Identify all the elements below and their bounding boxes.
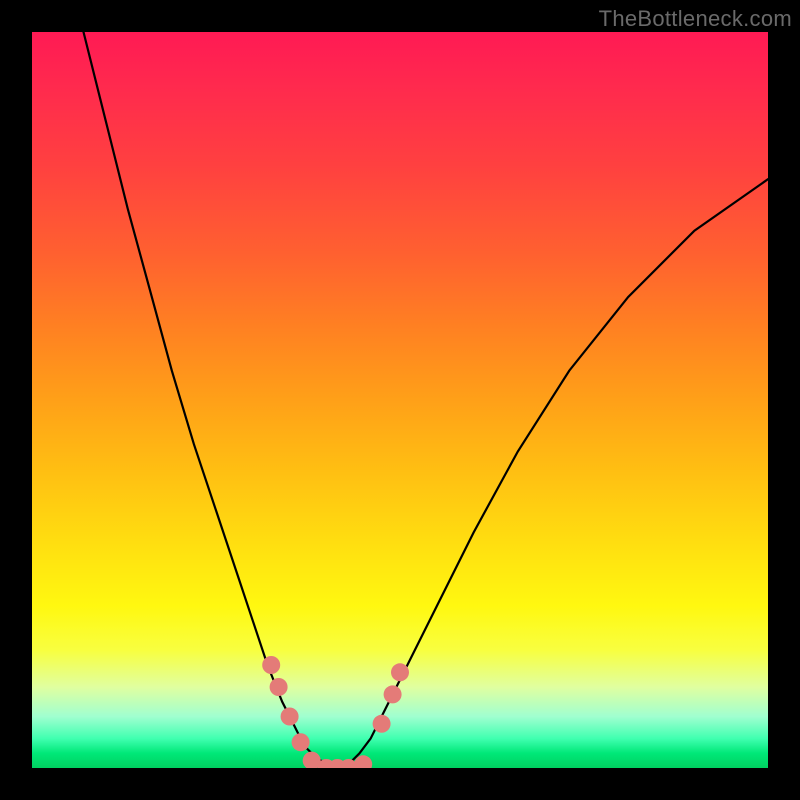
plot-area [32, 32, 768, 768]
data-marker [384, 685, 402, 703]
marker-group [262, 656, 409, 768]
data-marker [391, 663, 409, 681]
data-marker [262, 656, 280, 674]
curves-svg [32, 32, 768, 768]
chart-frame: TheBottleneck.com [0, 0, 800, 800]
data-marker [270, 678, 288, 696]
left-curve [84, 32, 338, 768]
data-marker [292, 733, 310, 751]
watermark-text: TheBottleneck.com [599, 6, 792, 32]
data-marker [373, 715, 391, 733]
data-marker [281, 708, 299, 726]
